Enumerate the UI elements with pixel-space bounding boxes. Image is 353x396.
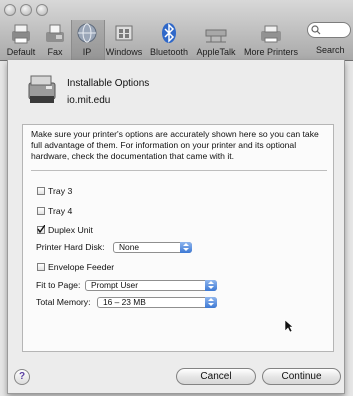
- toolbar-label: Default: [6, 47, 36, 57]
- add-printer-window: Default Fax IP Windows Bluetooth AppleTa…: [0, 0, 353, 396]
- toolbar-item-bluetooth[interactable]: Bluetooth: [147, 22, 191, 58]
- checkmark-icon: [37, 225, 45, 233]
- fit-to-page-label: Fit to Page:: [36, 280, 81, 290]
- toolbar-item-default[interactable]: Default: [3, 22, 39, 58]
- tray3-option[interactable]: Tray 3: [37, 186, 72, 196]
- minimize-window-button[interactable]: [20, 4, 32, 16]
- fax-icon: [42, 22, 68, 46]
- bluetooth-icon: [156, 22, 182, 46]
- tray4-label: Tray 4: [48, 206, 73, 216]
- tray4-option[interactable]: Tray 4: [37, 206, 72, 216]
- search-label: Search: [316, 45, 345, 55]
- zoom-window-button[interactable]: [36, 4, 48, 16]
- divider: [31, 170, 327, 171]
- continue-button[interactable]: Continue: [262, 368, 341, 385]
- duplex-option[interactable]: Duplex Unit: [37, 225, 93, 235]
- fit-to-page-value: Prompt User: [91, 280, 139, 290]
- printer-host: io.mit.edu: [67, 95, 111, 106]
- tray3-label: Tray 3: [48, 186, 73, 196]
- cancel-button[interactable]: Cancel: [176, 368, 256, 385]
- envelope-label: Envelope Feeder: [48, 262, 115, 272]
- popup-arrows-icon: [180, 242, 192, 253]
- mouse-cursor-icon: [284, 319, 294, 333]
- toolbar-item-appletalk[interactable]: AppleTalk: [193, 22, 239, 58]
- sheet-title: Installable Options: [67, 78, 150, 89]
- options-description: Make sure your printer's options are acc…: [31, 129, 319, 161]
- duplex-checkbox[interactable]: [37, 225, 45, 234]
- tray3-checkbox[interactable]: [37, 187, 45, 195]
- toolbar-label: Windows: [105, 47, 143, 57]
- close-window-button[interactable]: [4, 4, 16, 16]
- windows-icon: [111, 22, 137, 46]
- popup-arrows-icon: [205, 280, 217, 291]
- hard-disk-popup[interactable]: None: [113, 242, 192, 253]
- more-printers-icon: [258, 22, 284, 46]
- search-field[interactable]: [307, 22, 351, 38]
- toolbar-item-fax[interactable]: Fax: [41, 22, 69, 58]
- search-icon: [311, 25, 321, 35]
- toolbar-item-more-printers[interactable]: More Printers: [242, 22, 300, 58]
- default-printer-icon: [8, 22, 34, 46]
- hard-disk-value: None: [119, 242, 140, 252]
- toolbar-label: IP: [82, 47, 92, 57]
- envelope-checkbox[interactable]: [37, 263, 45, 271]
- fit-to-page-popup[interactable]: Prompt User: [85, 280, 217, 291]
- tray4-checkbox[interactable]: [37, 207, 45, 215]
- printer-icon: [27, 73, 57, 105]
- toolbar-item-ip[interactable]: IP: [73, 22, 101, 58]
- total-memory-popup[interactable]: 16 – 23 MB: [97, 297, 217, 308]
- ip-globe-icon: [74, 22, 100, 46]
- toolbar-item-windows[interactable]: Windows: [104, 22, 144, 58]
- total-memory-value: 16 – 23 MB: [103, 297, 146, 307]
- toolbar-label: Fax: [47, 47, 63, 57]
- popup-arrows-icon: [205, 297, 217, 308]
- envelope-option[interactable]: Envelope Feeder: [37, 262, 114, 272]
- help-button[interactable]: ?: [14, 369, 30, 385]
- hard-disk-label: Printer Hard Disk:: [36, 242, 105, 252]
- toolbar-label: AppleTalk: [196, 47, 236, 57]
- total-memory-label: Total Memory:: [36, 297, 91, 307]
- toolbar: Default Fax IP Windows Bluetooth AppleTa…: [0, 0, 353, 61]
- toolbar-label: More Printers: [243, 47, 298, 57]
- appletalk-icon: [203, 22, 229, 46]
- toolbar-label: Bluetooth: [149, 47, 189, 57]
- duplex-label: Duplex Unit: [48, 225, 93, 235]
